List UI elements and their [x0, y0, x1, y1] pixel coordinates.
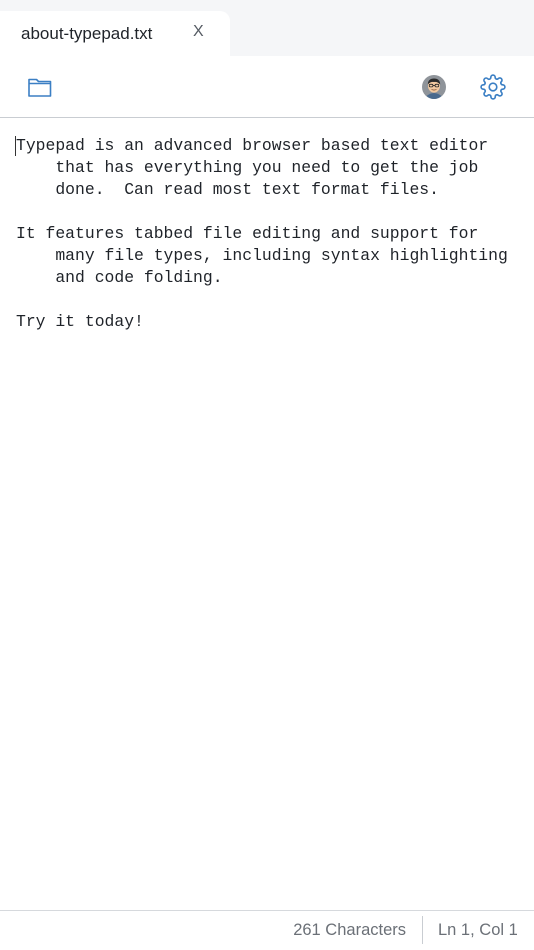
user-avatar-icon: [422, 75, 446, 99]
open-folder-button[interactable]: [24, 71, 56, 103]
character-count: 261 Characters: [293, 921, 406, 939]
tab-about-typepad[interactable]: about-typepad.txt X: [0, 11, 230, 56]
text-editor[interactable]: Typepad is an advanced browser based tex…: [0, 118, 534, 910]
status-bar: 261 Characters Ln 1, Col 1: [0, 910, 534, 950]
cursor-position: Ln 1, Col 1: [438, 921, 518, 939]
settings-button[interactable]: [477, 71, 509, 103]
editor-content[interactable]: Typepad is an advanced browser based tex…: [16, 135, 508, 333]
status-divider: [422, 916, 423, 944]
tab-bar: about-typepad.txt X: [0, 0, 534, 56]
gear-icon: [480, 74, 506, 100]
tab-label: about-typepad.txt: [21, 24, 153, 43]
toolbar: [0, 56, 534, 118]
user-avatar-button[interactable]: [418, 71, 450, 103]
folder-icon: [28, 78, 52, 97]
tab-close-button[interactable]: X: [193, 23, 204, 41]
